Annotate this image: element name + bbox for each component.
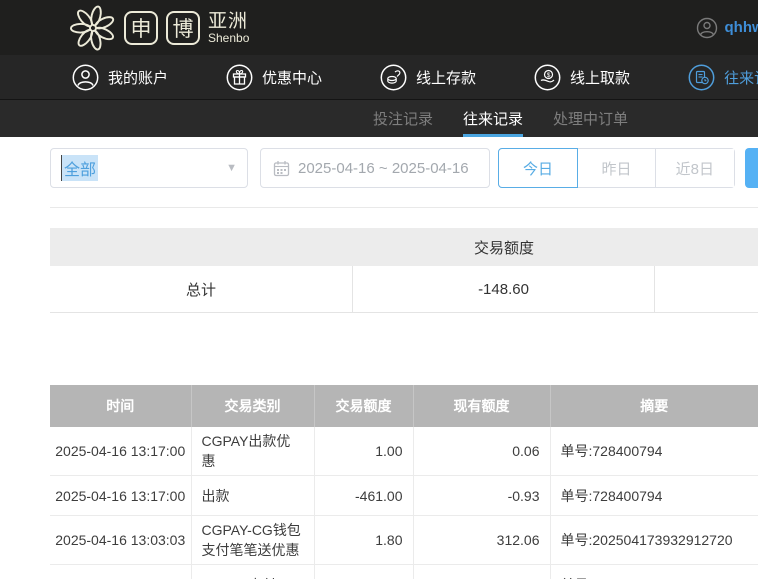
filter-row: 全部 ▼ 2025-04-16 ~ 2025-04-16 昨日 近8日 今日: [0, 148, 758, 188]
cell-type: CGPAY出款优惠: [191, 427, 315, 476]
summary-table: 交易额度 总计 -148.60: [50, 228, 758, 313]
nav-item-my-account[interactable]: 我的账户: [72, 64, 168, 91]
col-header-amount: 交易额度: [314, 385, 414, 427]
table-row: 2025-04-16 13:03:03 CGPAY支付 300.00 310.2…: [50, 564, 758, 579]
nav-item-transaction-records[interactable]: 往来记录: [688, 64, 758, 91]
nav-label: 往来记录: [724, 69, 758, 87]
brand-region: 亚洲: [208, 10, 249, 32]
summary-total-value: -148.60: [353, 266, 655, 312]
cell-time: 2025-04-16 13:17:00: [50, 427, 192, 476]
section-divider: [50, 207, 758, 208]
calendar-icon: [273, 160, 290, 176]
brand-char-box-1: 申: [124, 11, 158, 45]
table-row: 2025-04-16 13:17:00 出款 -461.00 -0.93 单号:…: [50, 475, 758, 516]
account-icon: [72, 64, 99, 90]
tab-betting-records[interactable]: 投注记录: [373, 100, 433, 137]
nav-label: 线上取款: [570, 69, 631, 87]
brand-logo[interactable]: 申 博 亚洲 Shenbo: [70, 5, 249, 51]
nav-item-online-withdrawal[interactable]: $ 线上取款: [534, 64, 630, 91]
chevron-down-icon: ▼: [226, 162, 237, 174]
nav-item-promotions[interactable]: 优惠中心: [226, 64, 322, 91]
cell-type: 出款: [191, 475, 315, 516]
cell-amount: 300.00: [314, 564, 414, 579]
user-circle-icon: [696, 17, 717, 38]
user-area[interactable]: qhhwv: [696, 0, 758, 55]
brand-subtitle: Shenbo: [208, 30, 250, 45]
table-header-row: 时间 交易类别 交易额度 现有额度 摘要: [50, 385, 758, 427]
cell-time: 2025-04-16 13:03:03: [50, 564, 192, 579]
tab-transaction-records[interactable]: 往来记录: [463, 100, 524, 137]
yesterday-button[interactable]: 昨日: [577, 149, 656, 187]
date-range-input[interactable]: 2025-04-16 ~ 2025-04-16: [260, 148, 490, 188]
records-table: 时间 交易类别 交易额度 现有额度 摘要 2025-04-16 13:17:00…: [50, 385, 758, 579]
flower-logo-icon: [70, 5, 115, 51]
nav-label: 我的账户: [108, 69, 169, 87]
table-row: 2025-04-16 13:17:00 CGPAY出款优惠 1.00 0.06 …: [50, 427, 758, 476]
col-header-time: 时间: [50, 385, 192, 427]
top-header: 申 博 亚洲 Shenbo qhhwv: [0, 0, 758, 55]
cell-balance: 310.26: [413, 564, 551, 579]
cell-type: CGPAY-CG钱包支付笔笔送优惠: [191, 515, 315, 565]
col-header-type: 交易类别: [191, 385, 315, 427]
deposit-icon: [380, 64, 407, 90]
transaction-records-page: 申 博 亚洲 Shenbo qhhwv 我的账户: [0, 0, 758, 579]
type-select-value: 全部: [61, 155, 99, 181]
cell-memo: 单号:728400794: [550, 427, 758, 476]
promo-icon: [226, 64, 253, 90]
nav-label: 优惠中心: [262, 69, 323, 87]
cell-time: 2025-04-16 13:17:00: [50, 475, 192, 516]
quick-date-buttons: 昨日 近8日 今日: [498, 148, 735, 188]
cell-memo: 单号:202504173932912720: [550, 515, 758, 565]
last-8-days-button[interactable]: 近8日: [655, 149, 734, 187]
sub-nav: 投注记录 往来记录 处理中订单: [0, 100, 758, 137]
cell-type: CGPAY支付: [191, 564, 315, 579]
brand-char-box-2: 博: [166, 11, 200, 45]
summary-header-label: 交易额度: [473, 239, 534, 257]
tab-pending-orders[interactable]: 处理中订单: [553, 100, 628, 137]
cell-time: 2025-04-16 13:03:03: [50, 515, 192, 565]
cell-amount: 1.00: [314, 427, 414, 476]
nav-item-online-deposit[interactable]: 线上存款: [380, 64, 476, 91]
summary-total-label: 总计: [50, 266, 353, 312]
records-icon: [688, 64, 715, 90]
withdraw-icon: $: [534, 64, 561, 90]
main-nav: 我的账户 优惠中心 线上存款 $ 线上取款 往来: [0, 55, 758, 99]
search-button[interactable]: [745, 148, 758, 188]
cell-memo: 单号:202504173932912720: [550, 564, 758, 579]
today-button[interactable]: 今日: [498, 148, 578, 188]
svg-text:$: $: [547, 72, 551, 79]
col-header-balance: 现有额度: [413, 385, 551, 427]
summary-total-row: 总计 -148.60: [50, 266, 758, 313]
cell-balance: 312.06: [413, 515, 551, 565]
table-row: 2025-04-16 13:03:03 CGPAY-CG钱包支付笔笔送优惠 1.…: [50, 515, 758, 565]
cell-amount: -461.00: [314, 475, 414, 516]
cell-balance: 0.06: [413, 427, 551, 476]
cell-balance: -0.93: [413, 475, 551, 516]
summary-header-row: 交易额度: [50, 228, 758, 266]
cell-memo: 单号:728400794: [550, 475, 758, 516]
username[interactable]: qhhwv: [725, 19, 758, 36]
nav-label: 线上存款: [416, 69, 477, 87]
date-range-value: 2025-04-16 ~ 2025-04-16: [298, 159, 469, 177]
col-header-memo: 摘要: [550, 385, 758, 427]
type-select[interactable]: 全部 ▼: [50, 148, 248, 188]
cell-amount: 1.80: [314, 515, 414, 565]
